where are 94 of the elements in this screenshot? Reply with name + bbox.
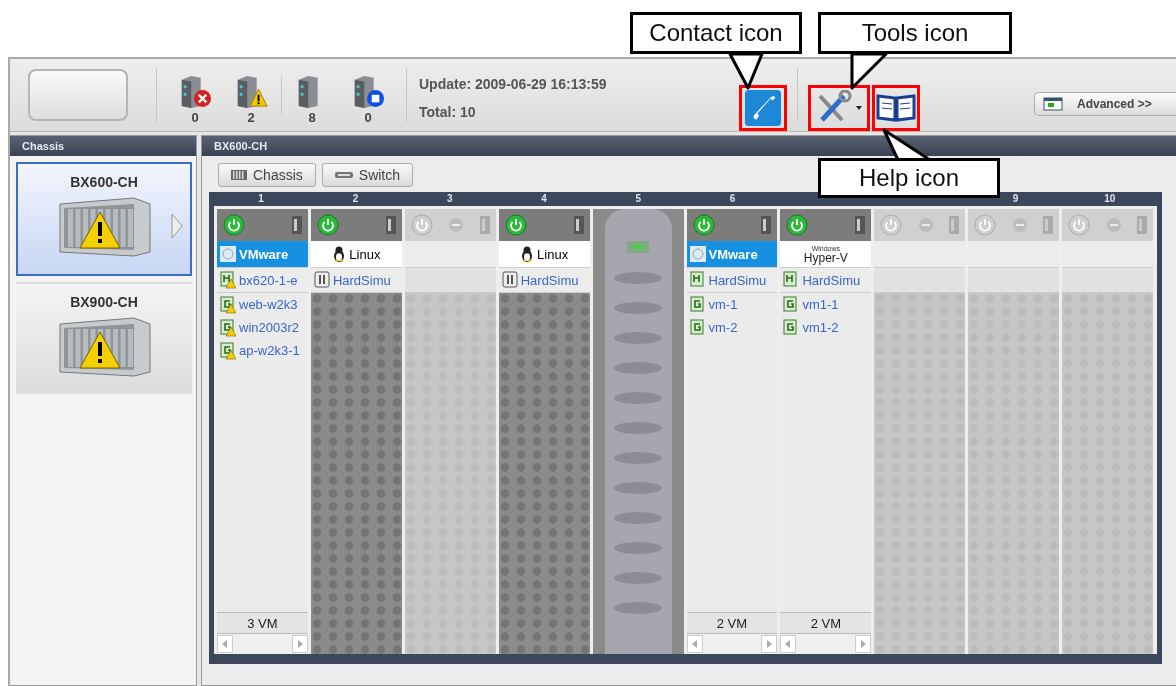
blade-icon xyxy=(291,216,302,234)
guest-link[interactable]: vm-2 xyxy=(708,320,738,335)
blade-icon xyxy=(949,216,960,234)
server-blade[interactable]: Linux HardSimu xyxy=(310,209,402,654)
power-icon[interactable] xyxy=(974,214,997,236)
panel-title: BX600-CH xyxy=(202,136,1176,156)
penguin-icon xyxy=(332,246,347,262)
guest-link[interactable]: vm1-1 xyxy=(802,297,839,312)
host-link[interactable]: HardSimu xyxy=(708,272,767,288)
view-button[interactable]: Chassis xyxy=(218,163,316,187)
blade-icon xyxy=(385,216,396,234)
scroll-right-icon[interactable] xyxy=(291,635,308,653)
globe-icon xyxy=(689,246,706,262)
horizontal-scrollbar[interactable] xyxy=(780,633,872,654)
help-icon[interactable] xyxy=(872,85,920,131)
slot-number: 9 xyxy=(1012,193,1019,204)
slot-number: 2 xyxy=(352,193,359,204)
vm-count: 2 VM xyxy=(686,612,778,633)
host-link[interactable]: HardSimu xyxy=(520,272,579,288)
os-label: Linux xyxy=(498,241,590,267)
host-link[interactable]: HardSimu xyxy=(332,272,391,288)
blank-button[interactable] xyxy=(28,69,128,121)
os-label: VMware xyxy=(217,241,308,267)
blade-icon xyxy=(1043,216,1054,234)
server-blade[interactable]: VMware HardSimu vm-1 vm-2 2 VM xyxy=(686,209,778,654)
scroll-left-icon[interactable] xyxy=(686,635,703,653)
contact-icon[interactable] xyxy=(739,85,787,131)
guest-link[interactable]: web-w2k3 xyxy=(239,297,298,312)
power-icon[interactable] xyxy=(786,214,809,236)
expand-arrow-icon[interactable] xyxy=(170,212,184,240)
server-blade[interactable] xyxy=(968,209,1060,654)
callout-pointer xyxy=(728,52,764,90)
blade-icon xyxy=(573,216,584,234)
blade-icon xyxy=(479,216,490,234)
server-blade[interactable] xyxy=(404,209,496,654)
os-label: Linux xyxy=(310,241,402,267)
slot-number: 5 xyxy=(635,193,642,204)
switch-status: ON xyxy=(627,241,649,253)
slot-number: 3 xyxy=(446,193,453,204)
status-count: 0 xyxy=(191,109,199,125)
minus-icon xyxy=(917,217,934,233)
horizontal-scrollbar[interactable] xyxy=(686,633,778,654)
power-icon[interactable] xyxy=(504,214,527,236)
minus-icon xyxy=(448,217,465,233)
tools-icon[interactable] xyxy=(808,85,870,131)
status-count: 8 xyxy=(308,109,316,125)
guest-link[interactable]: vm-1 xyxy=(708,297,738,312)
slot-number: 4 xyxy=(541,193,547,204)
minus-icon xyxy=(1105,217,1122,233)
server-blade[interactable]: Linux HardSimu xyxy=(498,209,590,654)
total-count: Total: 10 xyxy=(419,104,477,120)
slot-number: 6 xyxy=(729,193,736,204)
power-icon[interactable] xyxy=(223,214,245,236)
host-link[interactable]: bx620-1-e xyxy=(239,272,298,288)
scroll-right-icon[interactable] xyxy=(761,635,778,653)
penguin-icon xyxy=(520,246,535,262)
horizontal-scrollbar[interactable] xyxy=(217,633,308,654)
vm-count: 2 VM xyxy=(780,612,872,633)
slot-number: 1 xyxy=(258,193,264,204)
window-icon xyxy=(1043,97,1063,111)
blade-icon xyxy=(761,216,772,234)
guest-link[interactable]: vm1-2 xyxy=(802,320,839,335)
chassis-item[interactable]: BX600-CH xyxy=(16,162,192,276)
update-time: Update: 2009-06-29 16:13:59 xyxy=(419,76,607,92)
switch-icon xyxy=(334,171,353,179)
server-blade[interactable] xyxy=(1062,209,1153,654)
power-icon[interactable] xyxy=(410,214,433,236)
chassis-item[interactable]: BX900-CH xyxy=(16,282,192,396)
scroll-left-icon[interactable] xyxy=(780,635,797,653)
blade-icon xyxy=(855,216,866,234)
guest-link[interactable]: ap-w2k3-1 xyxy=(239,343,300,358)
power-icon[interactable] xyxy=(1068,214,1091,236)
panel-title: Chassis xyxy=(10,136,196,156)
view-button[interactable]: Switch xyxy=(321,163,414,187)
power-icon[interactable] xyxy=(692,214,715,236)
scroll-right-icon[interactable] xyxy=(855,635,872,653)
minus-icon xyxy=(1011,217,1028,233)
slot-number: 10 xyxy=(1104,193,1116,204)
chassis-icon xyxy=(231,169,247,181)
server-blade[interactable]: VMware bx620-1-e web-w2k3 win2003r2 ap-w2k3-1 3 VM xyxy=(217,209,308,654)
power-icon[interactable] xyxy=(316,214,339,236)
scroll-left-icon[interactable] xyxy=(217,635,233,653)
status-count: 2 xyxy=(247,109,255,125)
power-icon[interactable] xyxy=(880,214,903,236)
globe-icon xyxy=(220,246,236,262)
callout-pointer xyxy=(850,52,888,90)
host-link[interactable]: HardSimu xyxy=(802,272,861,288)
status-count: 0 xyxy=(364,109,372,125)
advanced-button[interactable]: Advanced >> xyxy=(1034,92,1176,116)
server-blade[interactable] xyxy=(874,209,966,654)
guest-link[interactable]: win2003r2 xyxy=(239,320,299,335)
vm-count: 3 VM xyxy=(217,612,308,633)
os-label: VMware xyxy=(686,241,778,267)
blade-icon xyxy=(1137,216,1147,234)
